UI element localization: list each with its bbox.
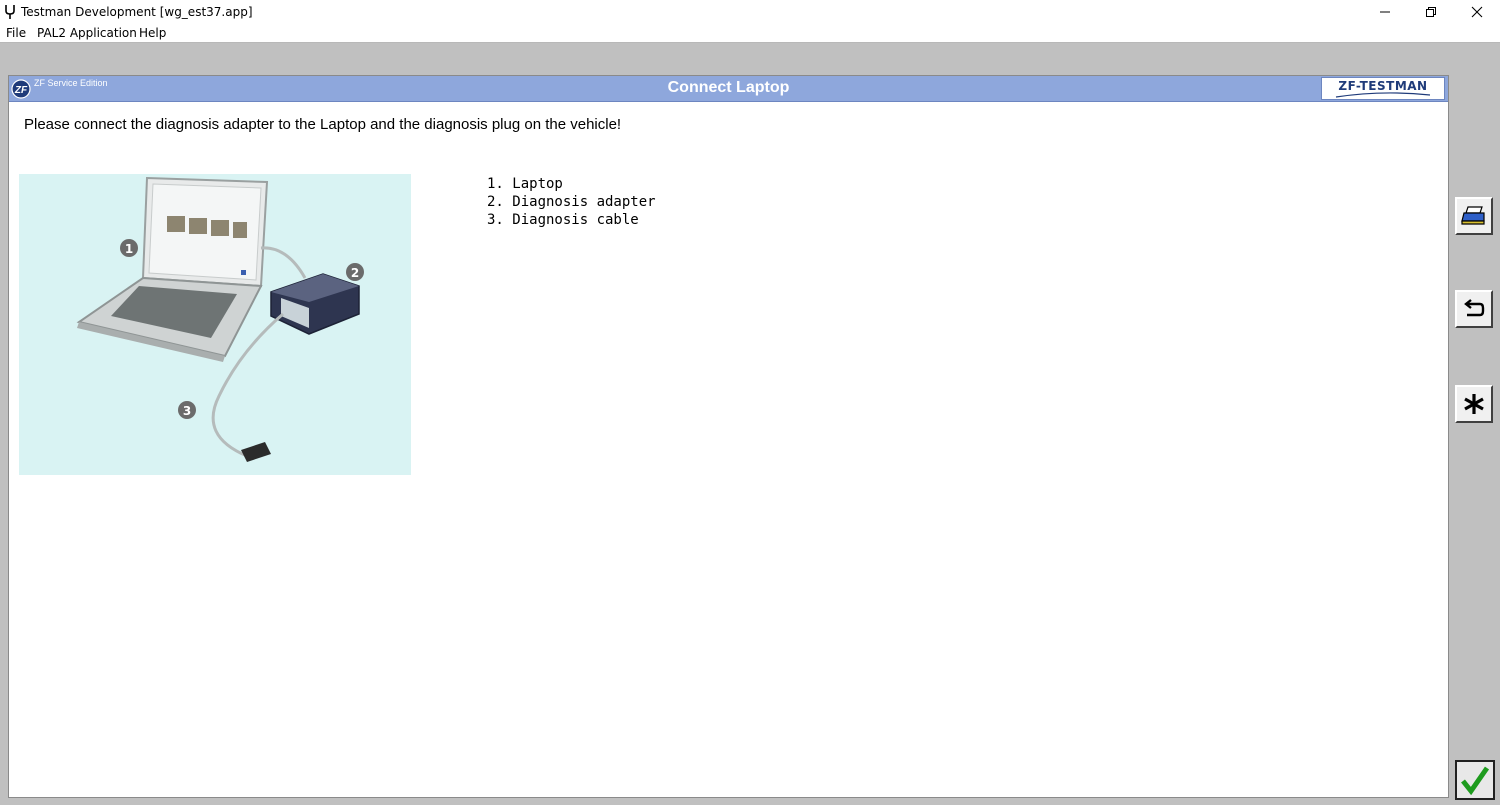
- menu-help[interactable]: Help: [139, 26, 166, 40]
- legend-item-diagnosis-cable: 3. Diagnosis cable: [487, 212, 639, 228]
- menu-pal2-application[interactable]: PAL2 Application: [37, 26, 137, 40]
- minimize-button[interactable]: [1362, 0, 1408, 24]
- window-title-bar: Testman Development [wg_est37.app]: [0, 0, 1500, 24]
- panel-header: ZF ZF Service Edition Connect Laptop ZF-…: [9, 76, 1448, 102]
- asterisk-icon: [1464, 394, 1484, 414]
- callout-1-label: 1: [125, 242, 133, 256]
- component-legend: 1. Laptop 2. Diagnosis adapter 3. Diagno…: [487, 175, 656, 229]
- zf-testman-logo: ZF-TESTMAN: [1321, 77, 1445, 100]
- minimize-icon: [1380, 11, 1390, 13]
- callout-2-label: 2: [351, 266, 359, 280]
- instruction-text: Please connect the diagnosis adapter to …: [24, 116, 622, 133]
- legend-item-diagnosis-adapter: 2. Diagnosis adapter: [487, 194, 656, 210]
- callout-3-label: 3: [183, 404, 191, 418]
- back-button[interactable]: [1455, 290, 1493, 328]
- window-title: Testman Development [wg_est37.app]: [21, 5, 253, 19]
- page-title: Connect Laptop: [667, 79, 790, 96]
- close-button[interactable]: [1454, 0, 1500, 24]
- close-icon: [1471, 6, 1483, 18]
- logo-swoosh-icon: [1335, 92, 1431, 98]
- printer-icon: [1461, 206, 1485, 225]
- checkmark-icon: [1461, 766, 1490, 795]
- return-arrow-icon: [1464, 299, 1485, 317]
- laptop-connection-diagram: 1 2 3: [76, 176, 364, 462]
- connect-laptop-panel: ZF ZF Service Edition Connect Laptop ZF-…: [8, 75, 1449, 798]
- connection-illustration: 1 2 3: [19, 174, 411, 475]
- maximize-button[interactable]: [1408, 0, 1454, 24]
- legend-item-laptop: 1. Laptop: [487, 176, 563, 192]
- print-button[interactable]: [1455, 197, 1493, 235]
- menu-file[interactable]: File: [6, 26, 26, 40]
- tuning-fork-icon: [5, 5, 15, 19]
- confirm-button[interactable]: [1455, 760, 1495, 800]
- star-button[interactable]: [1455, 385, 1493, 423]
- maximize-icon: [1426, 7, 1436, 17]
- menu-bar: File PAL2 Application Help: [0, 24, 1500, 43]
